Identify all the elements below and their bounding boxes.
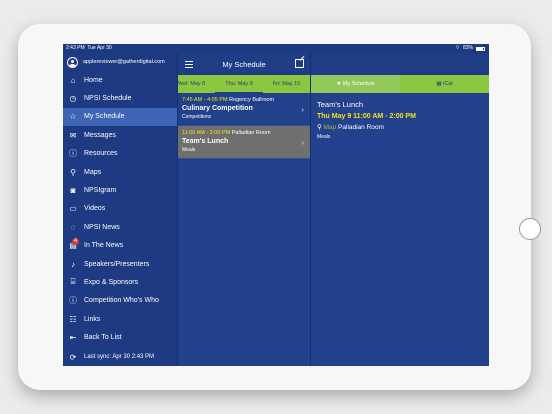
detail-tabs: ★ My Schedule ▦ iCal [311, 75, 489, 93]
avatar [67, 56, 78, 68]
sidebar-item-home[interactable]: ⌂ Home [63, 71, 177, 89]
sidebar-item-label: Resources [84, 150, 118, 158]
sidebar-item-in-the-news[interactable]: ▤ 4 In The News [63, 237, 177, 255]
ical-tab[interactable]: ▦ iCal [400, 75, 489, 93]
my-schedule-tab[interactable]: ★ My Schedule [311, 75, 400, 93]
schedule-header: My Schedule [178, 53, 310, 75]
map-pin-icon: ⚲ [70, 167, 76, 177]
links-icon: ☷ [69, 314, 77, 324]
sidebar-item-npsi-news[interactable]: ◌ NPSI News [63, 218, 177, 236]
monitor-icon: ▭ [69, 204, 77, 214]
sidebar-item-label: Competition Who's Who [84, 297, 159, 305]
event-category: Meals [182, 147, 196, 153]
sidebar-item-label: Maps [84, 168, 102, 176]
sidebar-item-my-schedule[interactable]: ☆ My Schedule [63, 107, 177, 127]
sidebar-item-label: Links [84, 315, 101, 323]
sidebar-item-label: NPSI News [84, 223, 120, 231]
sync-icon: ⟳ [69, 352, 77, 362]
event-title: Culinary Competition [182, 105, 253, 112]
event-time: 7:45 AM - 4:05 PM Regency Ballroom [182, 97, 275, 103]
sidebar-item-label: Home [84, 76, 103, 84]
status-time: 2:43 PM Tue Apr 30 [66, 45, 112, 51]
edit-icon[interactable] [295, 59, 304, 68]
calendar-icon: ▦ [436, 81, 444, 87]
sidebar-item-links[interactable]: ☷ Links [63, 310, 177, 328]
newspaper-icon: ▤ 4 [68, 237, 79, 251]
clock-icon: ◷ [69, 94, 77, 104]
detail-location: ⚲ Map Palladian Room [317, 123, 483, 131]
date-tab-thu[interactable]: Thu: May 9 [215, 75, 263, 93]
event-time: 11:00 AM - 2:00 PM Palladian Room [182, 130, 271, 136]
sidebar-item-videos[interactable]: ▭ Videos [63, 200, 177, 218]
detail-body: Team's Lunch Thu May 9 11:00 AM - 2:00 P… [317, 100, 483, 140]
sidebar-item-npsigram[interactable]: ◙ NPSIgram [63, 181, 177, 199]
schedule-event[interactable]: 7:45 AM - 4:05 PM Regency Ballroom Culin… [178, 93, 310, 126]
date-tab-wed[interactable]: Wed: May 8 [178, 75, 215, 93]
sidebar-item-speakers-presenters[interactable]: ♪ Speakers/Presenters [63, 255, 177, 273]
sidebar-item-label: My Schedule [84, 113, 125, 121]
user-email: applereviewer@gatherdigital.com [83, 59, 165, 65]
sidebar: applereviewer@gatherdigital.com ⌂ Home ◷ NP… [63, 53, 178, 366]
info-icon: ⓘ [69, 149, 77, 159]
map-link[interactable]: Map [324, 124, 337, 131]
schedule-panel: My Schedule Wed: May 8 Thu: May 9 Fri: M… [178, 53, 311, 366]
app-screen: 2:43 PM Tue Apr 30 ⌔ 83% applereviewer@g… [63, 44, 489, 366]
chat-icon: ◌ [70, 222, 76, 232]
camera-icon: ◙ [70, 186, 76, 196]
sidebar-item-label: Expo & Sponsors [84, 278, 139, 286]
star-icon: ☆ [69, 112, 77, 122]
sidebar-item-competition-who-s-who[interactable]: ⓘ Competition Who's Who [63, 292, 177, 310]
schedule-title: My Schedule [222, 59, 266, 69]
wifi-icon: ⌔ [455, 45, 460, 51]
schedule-event[interactable]: 11:00 AM - 2:00 PM Palladian Room Team's… [178, 126, 310, 159]
status-bar: 2:43 PM Tue Apr 30 ⌔ 83% [63, 44, 489, 53]
sidebar-item-label: Speakers/Presenters [84, 260, 150, 268]
map-pin-icon: ⚲ [317, 124, 322, 131]
battery-icon [476, 46, 485, 51]
user-account[interactable]: applereviewer@gatherdigital.com [63, 53, 177, 71]
sidebar-item-label: Back To List [84, 334, 122, 342]
detail-title: Team's Lunch [317, 100, 364, 109]
detail-category: Meals [317, 134, 331, 140]
sidebar-item-messages[interactable]: ✉ Messages [63, 126, 177, 144]
last-sync-label: Last sync: Apr 30 2:43 PM [84, 354, 155, 360]
sidebar-item-maps[interactable]: ⚲ Maps [63, 163, 177, 181]
sidebar-item-resources[interactable]: ⓘ Resources [63, 145, 177, 163]
date-tabs: Wed: May 8 Thu: May 9 Fri: May 10 [178, 75, 310, 93]
microphone-icon: ♪ [71, 259, 75, 269]
detail-time: Thu May 9 11:00 AM - 2:00 PM [317, 113, 416, 120]
sidebar-item-label: Messages [84, 131, 116, 139]
home-button[interactable] [519, 218, 541, 240]
sidebar-item-back-to-list[interactable]: ⇤ Back To List [63, 328, 177, 346]
detail-header [311, 53, 489, 75]
sidebar-item-label: In The News [84, 242, 124, 250]
hamburger-menu-icon[interactable] [185, 61, 193, 70]
sidebar-item-npsi-schedule[interactable]: ◷ NPSI Schedule [63, 89, 177, 107]
room-name: Palladian Room [338, 124, 384, 131]
last-sync[interactable]: ⟳ Last sync: Apr 30 2:43 PM [68, 352, 154, 362]
notification-badge: 4 [72, 237, 79, 245]
sidebar-item-label: Videos [84, 205, 106, 213]
sidebar-item-label: NPSI Schedule [84, 95, 132, 103]
exit-icon: ⇤ [69, 333, 77, 343]
event-detail-panel: ★ My Schedule ▦ iCal Team's Lunch Thu Ma… [311, 53, 489, 366]
envelope-icon: ✉ [69, 130, 77, 140]
store-icon: ⌸ [70, 277, 76, 287]
event-title: Team's Lunch [182, 138, 229, 145]
chevron-right-icon: › [301, 138, 304, 147]
info-icon: ⓘ [69, 296, 77, 306]
status-right: ⌔ 83% [455, 44, 485, 53]
date-tab-fri[interactable]: Fri: May 10 [263, 75, 310, 93]
event-category: Competitions [182, 114, 212, 120]
chevron-right-icon: › [301, 105, 304, 114]
sidebar-item-expo-sponsors[interactable]: ⌸ Expo & Sponsors [63, 273, 177, 291]
battery-percent: 83% [462, 45, 473, 51]
home-icon: ⌂ [70, 75, 76, 85]
sidebar-item-label: NPSIgram [84, 187, 117, 195]
